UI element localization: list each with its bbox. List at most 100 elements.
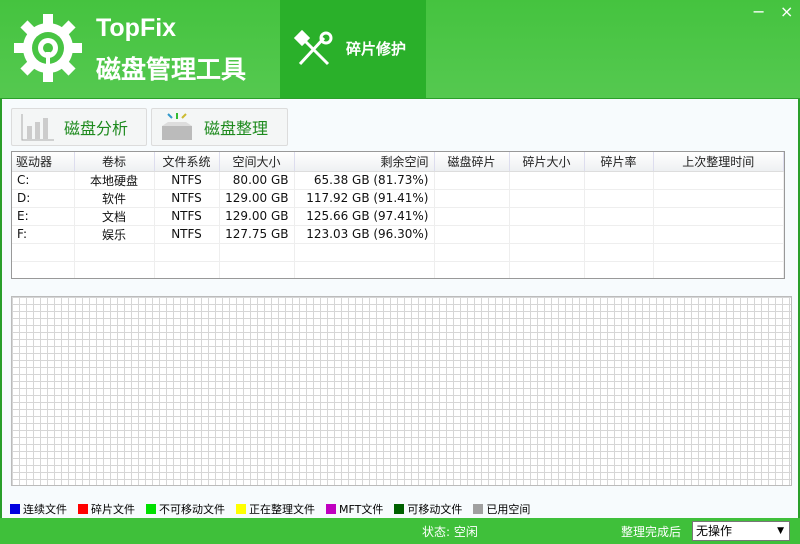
table-cell	[12, 261, 75, 278]
table-cell: 本地硬盘	[74, 171, 155, 190]
legend-swatch	[473, 504, 484, 514]
table-cell	[584, 261, 654, 278]
col-last-defrag[interactable]: 上次整理时间	[653, 152, 784, 172]
table-cell	[154, 243, 220, 262]
table-cell	[584, 225, 654, 244]
table-cell	[584, 189, 654, 208]
col-filesystem[interactable]: 文件系统	[154, 152, 220, 172]
table-cell	[434, 207, 510, 226]
table-row	[12, 243, 784, 262]
table-cell	[434, 243, 510, 262]
minimize-button[interactable]: −	[752, 2, 765, 21]
table-cell: D:	[12, 189, 75, 208]
legend-swatch	[146, 504, 156, 514]
table-cell: 129.00 GB	[219, 189, 295, 208]
col-fragments[interactable]: 磁盘碎片	[434, 152, 510, 172]
col-size[interactable]: 空间大小	[219, 152, 295, 172]
table-cell: 127.75 GB	[219, 225, 295, 244]
table-cell	[74, 261, 155, 278]
table-row[interactable]: C: 本地硬盘 NTFS 80.00 GB 65.38 GB (81.73%)	[12, 171, 784, 190]
table-cell	[12, 243, 75, 262]
after-label: 整理完成后	[621, 525, 682, 539]
table-cell: 娱乐	[74, 225, 155, 244]
table-cell: NTFS	[154, 207, 220, 226]
table-cell	[584, 243, 654, 262]
table-cell: 129.00 GB	[219, 207, 295, 226]
table-cell	[653, 243, 784, 262]
drive-table: 驱动器 卷标 文件系统 空间大小 剩余空间 磁盘碎片 碎片大小 碎片率 上次整理…	[11, 151, 785, 279]
legend-swatch	[236, 504, 246, 514]
table-cell: NTFS	[154, 225, 220, 244]
table-cell	[294, 243, 435, 262]
table-cell	[434, 171, 510, 190]
legend-swatch	[394, 504, 405, 514]
legend-label: 可移动文件	[407, 503, 463, 516]
after-action-value: 无操作	[696, 524, 733, 538]
table-cell: E:	[12, 207, 75, 226]
table-cell	[509, 207, 585, 226]
legend-item: 连续文件	[10, 501, 67, 517]
defrag-button[interactable]: 磁盘整理	[151, 108, 288, 146]
analyze-button[interactable]: 磁盘分析	[11, 108, 147, 146]
table-cell: 117.92 GB (91.41%)	[294, 189, 435, 208]
legend-swatch	[326, 504, 336, 514]
table-cell	[434, 225, 510, 244]
table-cell: 123.03 GB (96.30%)	[294, 225, 435, 244]
legend-item: 正在整理文件	[236, 501, 315, 517]
status-bar: 状态: 空闲 整理完成后 无操作 ▼	[0, 518, 800, 544]
table-cell	[509, 171, 585, 190]
status-text: 状态: 空闲	[422, 525, 478, 539]
table-cell	[294, 261, 435, 278]
table-row[interactable]: F: 娱乐 NTFS 127.75 GB 123.03 GB (96.30%)	[12, 225, 784, 244]
col-drive[interactable]: 驱动器	[12, 152, 75, 172]
table-cell	[74, 243, 155, 262]
analyze-label: 磁盘分析	[64, 119, 129, 138]
table-cell: 软件	[74, 189, 155, 208]
table-cell: 125.66 GB (97.41%)	[294, 207, 435, 226]
table-cell: 65.38 GB (81.73%)	[294, 171, 435, 190]
legend: 连续文件 碎片文件 不可移动文件 正在整理文件 MFT文件 可移动文件 已用空间	[10, 501, 530, 517]
col-frag-rate[interactable]: 碎片率	[584, 152, 654, 172]
table-row[interactable]: D: 软件 NTFS 129.00 GB 117.92 GB (91.41%)	[12, 189, 784, 208]
table-cell	[219, 261, 295, 278]
cluster-map	[11, 296, 792, 486]
legend-label: 已用空间	[486, 503, 531, 516]
col-frag-size[interactable]: 碎片大小	[509, 152, 585, 172]
table-cell	[653, 207, 784, 226]
gear-logo-icon	[14, 14, 82, 82]
table-row	[12, 261, 784, 278]
legend-item: 碎片文件	[78, 501, 135, 517]
table-cell	[653, 189, 784, 208]
brand-name: TopFix	[96, 14, 177, 42]
main-panel: 磁盘分析 磁盘整理 驱动器 卷标 文件系统 空间大小 剩余空间 磁盘碎片 碎片大…	[0, 99, 800, 518]
table-cell	[653, 225, 784, 244]
legend-item: 不可移动文件	[146, 501, 225, 517]
table-cell: 文档	[74, 207, 155, 226]
legend-item: 可移动文件	[394, 501, 462, 517]
bar-chart-icon	[21, 114, 54, 141]
legend-item: 已用空间	[473, 501, 530, 517]
table-cell	[509, 189, 585, 208]
col-label[interactable]: 卷标	[74, 152, 155, 172]
legend-label: MFT文件	[339, 503, 384, 516]
table-cell	[509, 243, 585, 262]
defrag-label: 磁盘整理	[204, 119, 269, 138]
legend-swatch	[10, 504, 20, 514]
close-button[interactable]: ×	[780, 2, 793, 21]
legend-label: 连续文件	[23, 503, 67, 516]
table-cell: C:	[12, 171, 75, 190]
table-cell: NTFS	[154, 171, 220, 190]
brand-subtitle: 磁盘管理工具	[96, 55, 247, 84]
table-row[interactable]: E: 文档 NTFS 129.00 GB 125.66 GB (97.41%)	[12, 207, 784, 226]
table-cell	[584, 171, 654, 190]
legend-label: 不可移动文件	[159, 503, 225, 516]
table-cell	[154, 261, 220, 278]
tab-defrag-repair[interactable]: 碎片修护	[280, 0, 426, 98]
dropdown-arrow-icon: ▼	[777, 526, 784, 536]
col-free[interactable]: 剩余空间	[294, 152, 435, 172]
legend-label: 碎片文件	[91, 503, 135, 516]
header: TopFix 磁盘管理工具 碎片修护 − ×	[0, 0, 800, 99]
box-icon	[162, 113, 192, 140]
after-action-select[interactable]: 无操作 ▼	[692, 521, 790, 541]
table-cell	[434, 261, 510, 278]
